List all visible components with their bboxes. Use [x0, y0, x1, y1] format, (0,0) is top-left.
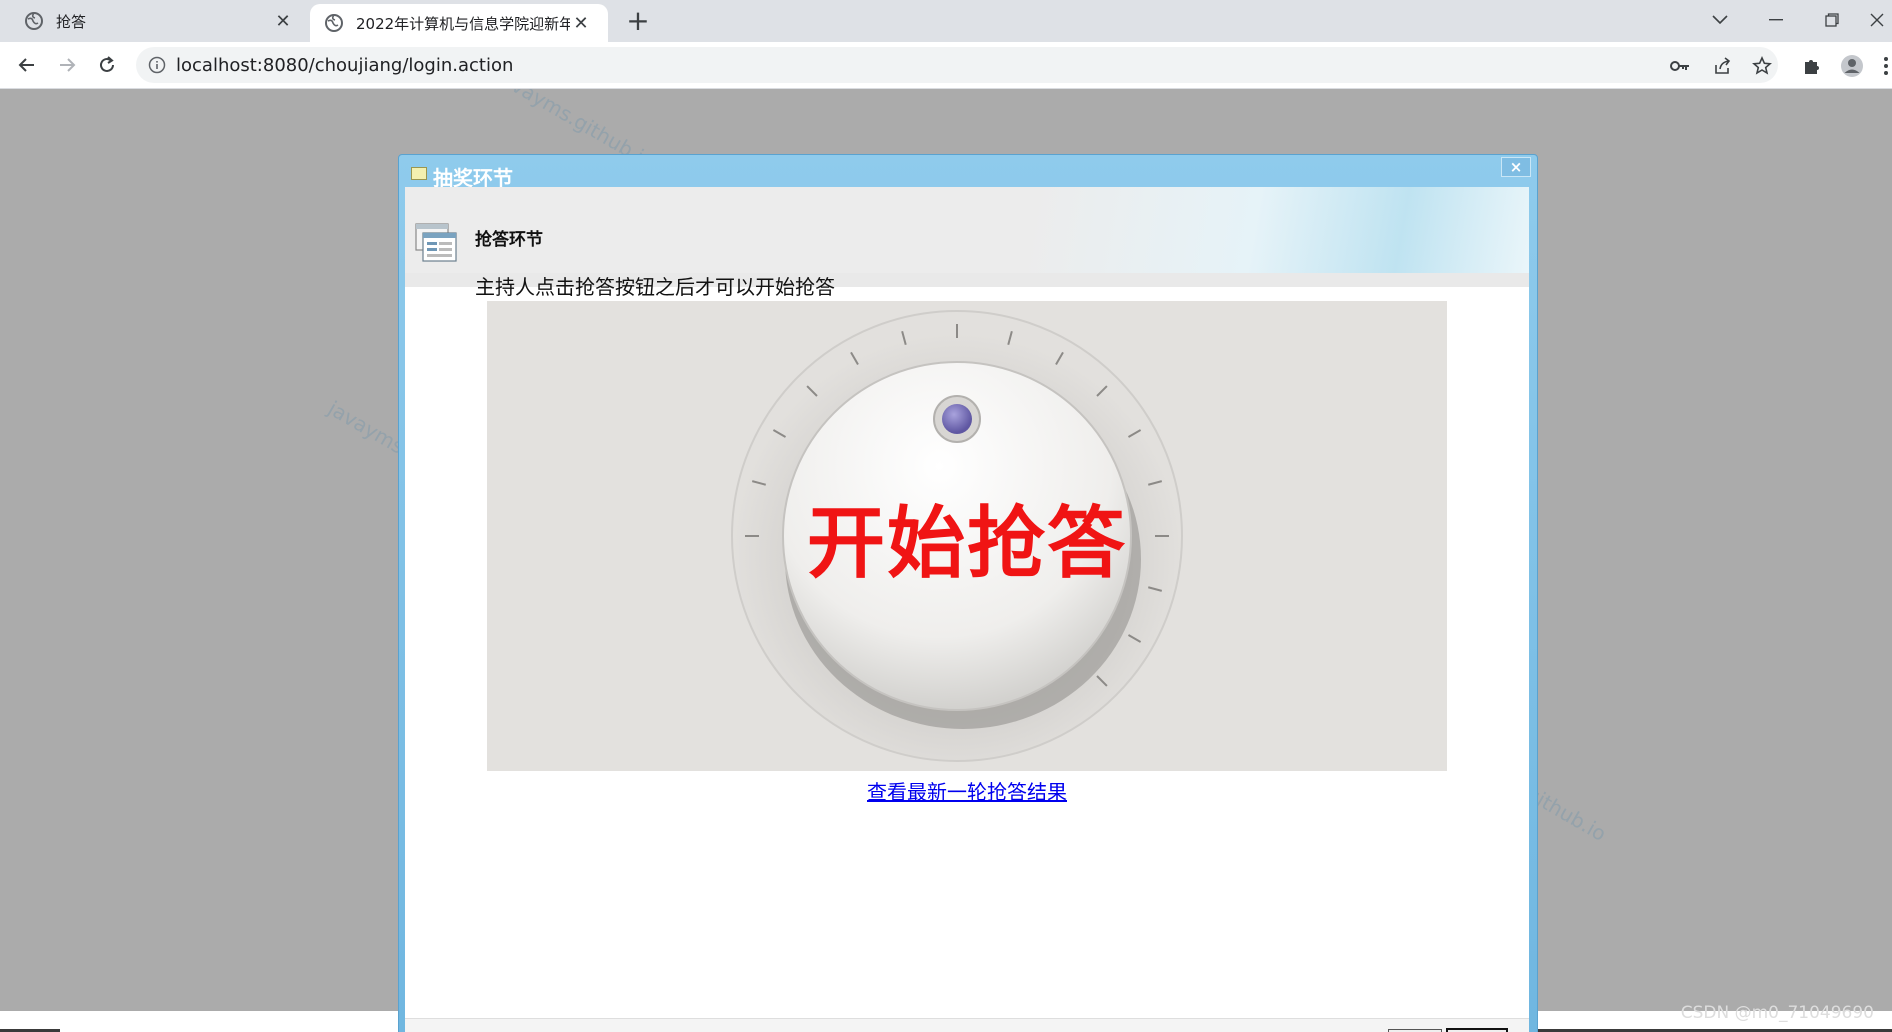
back-arrow-icon[interactable] [12, 50, 42, 80]
tab-qiangda[interactable]: 抢答 ✕ [0, 0, 308, 42]
browser-menu-icon[interactable] [1880, 54, 1892, 78]
start-qiangda-button[interactable]: 开始抢答 [787, 481, 1147, 593]
share-icon[interactable] [1710, 54, 1734, 78]
close-window-icon[interactable] [1862, 4, 1892, 36]
page-viewport: javayms.github.io javayms.github.io java… [0, 89, 1892, 1032]
extensions-puzzle-icon[interactable] [1800, 54, 1824, 78]
tab-label: 抢答 [56, 12, 87, 31]
dialog-header: 抢答环节 主持人点击抢答按钮之后才可以开始抢答 [405, 187, 1529, 299]
key-icon[interactable] [1668, 54, 1692, 78]
lottery-dialog: 抽奖环节 × 抢答环节 主持人点击抢答按钮之后才可以开始抢答 开始抢答 查看最新… [398, 154, 1538, 1032]
header-title: 抢答环节 [475, 230, 543, 250]
info-icon[interactable] [148, 56, 166, 78]
profile-avatar-icon[interactable] [1840, 54, 1864, 78]
view-latest-results-link[interactable]: 查看最新一轮抢答结果 [867, 780, 1067, 804]
tab-search-chevron-icon[interactable] [1700, 4, 1740, 36]
dialog-body: 抢答环节 主持人点击抢答按钮之后才可以开始抢答 开始抢答 查看最新一轮抢答结果 [405, 187, 1529, 1032]
form-window-icon [415, 223, 457, 267]
address-bar[interactable]: localhost:8080/choujiang/login.action [136, 47, 1778, 83]
knob-image-area: 开始抢答 [487, 301, 1447, 771]
tab-label: 2022年计算机与信息学院迎新年 [356, 14, 570, 33]
dialog-close-icon[interactable]: × [1501, 157, 1531, 177]
browser-tab-bar: 抢答 ✕ 2022年计算机与信息学院迎新年 ✕ + [0, 0, 1892, 42]
tab-active-page[interactable]: 2022年计算机与信息学院迎新年 ✕ [310, 4, 608, 42]
globe-icon [24, 11, 44, 31]
csdn-credit: CSDN @m0_71049690 [1680, 1003, 1874, 1023]
result-link-wrapper: 查看最新一轮抢答结果 [405, 776, 1529, 805]
restore-icon[interactable] [1812, 4, 1852, 36]
tab-close-icon[interactable]: ✕ [272, 11, 294, 32]
url-text: localhost:8080/choujiang/login.action [176, 55, 514, 76]
browser-toolbar: localhost:8080/choujiang/login.action [0, 42, 1892, 89]
globe-icon [324, 13, 344, 33]
reload-icon[interactable] [92, 50, 122, 80]
header-description: 主持人点击抢答按钮之后才可以开始抢答 [475, 275, 835, 299]
minimize-icon[interactable] [1756, 4, 1796, 36]
new-tab-icon[interactable]: + [623, 6, 653, 36]
cancel-button[interactable]: 取 消 [1446, 1028, 1508, 1032]
tab-close-icon[interactable]: ✕ [570, 13, 592, 34]
forward-arrow-icon[interactable] [52, 50, 82, 80]
dialog-footer: 关闭 取 消 [405, 1018, 1529, 1032]
window-icon [411, 167, 427, 180]
bookmark-star-icon[interactable] [1750, 54, 1774, 78]
